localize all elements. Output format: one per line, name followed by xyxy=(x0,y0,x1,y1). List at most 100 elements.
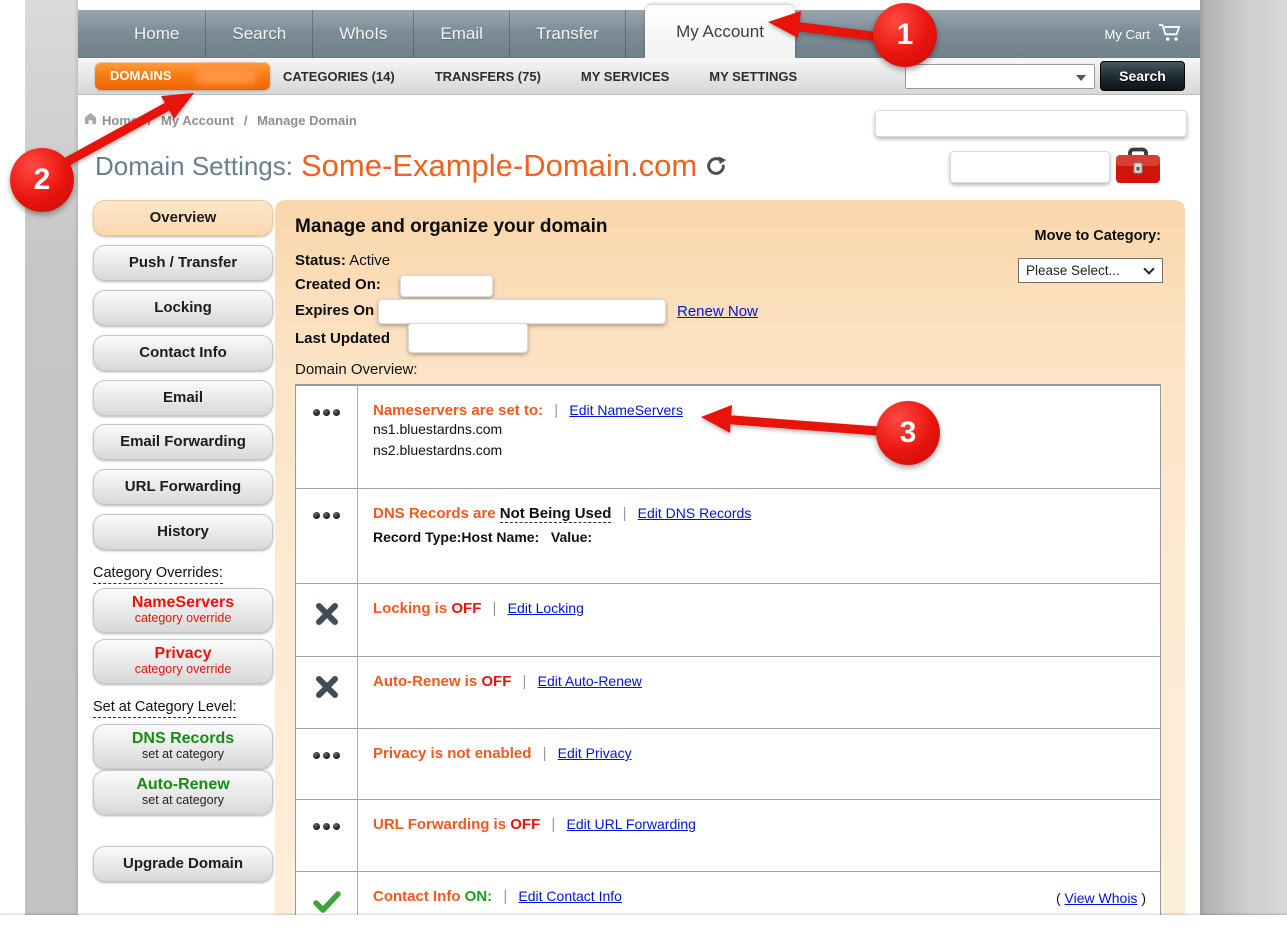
row-title: URL Forwarding is xyxy=(373,816,506,833)
dots-icon xyxy=(296,386,358,488)
dots-icon xyxy=(296,729,358,799)
row-title: Privacy is not enabled xyxy=(373,745,531,762)
subnav-tab-my-services[interactable]: MY SERVICES xyxy=(581,69,669,84)
updated-line: Last Updated xyxy=(295,330,390,347)
section-heading: Manage and organize your domain xyxy=(295,216,608,238)
redacted-value-box xyxy=(875,110,1187,137)
row-status: OFF xyxy=(451,600,481,617)
sidebar-item-nameservers-override[interactable]: NameServers category override xyxy=(93,588,273,633)
subnav-tab-transfers[interactable]: TRANSFERS (75) xyxy=(435,69,541,84)
category-subtitle: set at category xyxy=(94,748,272,761)
nav-tab-transfer[interactable]: Transfer xyxy=(509,10,625,58)
x-icon xyxy=(296,657,358,728)
nav-tab-home[interactable]: Home xyxy=(108,10,205,58)
redacted-value-box xyxy=(950,151,1110,183)
view-whois-link[interactable]: View Whois xyxy=(1065,890,1138,906)
override-subtitle: category override xyxy=(94,612,272,625)
category-level-heading: Set at Category Level: xyxy=(93,699,236,715)
search-domain-combobox[interactable] xyxy=(905,64,1095,89)
chevron-down-icon xyxy=(1143,263,1154,274)
page-title: Domain Settings: Some-Example-Domain.com xyxy=(95,148,727,184)
selected-option: Please Select... xyxy=(1026,263,1120,278)
category-overrides-heading: Category Overrides: xyxy=(93,565,223,581)
subnav-tab-categories[interactable]: CATEGORIES (14) xyxy=(283,69,395,84)
sidebar-item-overview[interactable]: Overview xyxy=(93,200,273,236)
sidebar-item-email-forwarding[interactable]: Email Forwarding xyxy=(93,424,273,460)
status-line: Status: Active xyxy=(295,252,390,269)
table-row-nameservers: Nameservers are set to: | Edit NameServe… xyxy=(296,386,1160,488)
edit-contact-info-link[interactable]: Edit Contact Info xyxy=(518,888,622,904)
sidebar-item-locking[interactable]: Locking xyxy=(93,290,273,326)
breadcrumb-separator: / xyxy=(244,113,248,128)
browser-page: Home Search WhoIs Email Transfer SSL My … xyxy=(78,0,1200,915)
row-status: OFF xyxy=(481,673,511,690)
search-button[interactable]: Search xyxy=(1100,61,1185,91)
breadcrumb-home[interactable]: Home xyxy=(102,113,138,128)
category-title: DNS Records xyxy=(94,729,272,748)
sidebar-item-auto-renew-category[interactable]: Auto-Renew set at category xyxy=(93,770,273,815)
table-row-url-forwarding: URL Forwarding is OFF | Edit URL Forward… xyxy=(296,799,1160,871)
sidebar-item-dns-records-category[interactable]: DNS Records set at category xyxy=(93,724,273,769)
sidebar-item-email[interactable]: Email xyxy=(93,380,273,416)
row-title: Auto-Renew is xyxy=(373,673,477,690)
override-subtitle: category override xyxy=(94,663,272,676)
edit-dns-records-link[interactable]: Edit DNS Records xyxy=(638,505,752,521)
nav-tab-whois[interactable]: WhoIs xyxy=(312,10,413,58)
screenshot-canvas: Home Search WhoIs Email Transfer SSL My … xyxy=(0,0,1287,931)
sidebar-item-history[interactable]: History xyxy=(93,514,273,550)
renew-now-link[interactable]: Renew Now xyxy=(677,303,758,320)
breadcrumb-manage-domain: Manage Domain xyxy=(257,113,357,128)
page-title-prefix: Domain Settings: xyxy=(95,151,293,182)
subnav-tab-domains[interactable]: DOMAINS xyxy=(95,62,270,90)
sidebar-item-upgrade-domain[interactable]: Upgrade Domain xyxy=(93,846,273,882)
x-icon xyxy=(296,584,358,656)
edit-nameservers-link[interactable]: Edit NameServers xyxy=(569,402,683,418)
cart-icon xyxy=(1158,23,1182,45)
domains-tab-label: DOMAINS xyxy=(110,68,171,83)
bottom-gutter xyxy=(0,915,1287,931)
move-to-category-select[interactable]: Please Select... xyxy=(1018,258,1163,283)
category-subtitle: set at category xyxy=(94,794,272,807)
edit-locking-link[interactable]: Edit Locking xyxy=(508,600,584,616)
redacted-updated-date xyxy=(408,323,528,353)
nav-tab-email[interactable]: Email xyxy=(413,10,509,58)
sidebar-item-url-forwarding[interactable]: URL Forwarding xyxy=(93,469,273,505)
subnav-links: CATEGORIES (14) TRANSFERS (75) MY SERVIC… xyxy=(283,58,797,95)
subnav-tab-my-settings[interactable]: MY SETTINGS xyxy=(709,69,797,84)
breadcrumb-trail: Home / My Account / Manage Domain xyxy=(102,113,363,128)
breadcrumb-my-account[interactable]: My Account xyxy=(161,113,234,128)
dots-icon xyxy=(296,489,358,583)
toolbox-icon[interactable] xyxy=(1113,144,1163,191)
row-title: Contact Info xyxy=(373,888,461,905)
table-row-contact-info: Contact Info ON: | Edit Contact Info ( V… xyxy=(296,871,1160,915)
table-row-auto-renew: Auto-Renew is OFF | Edit Auto-Renew xyxy=(296,656,1160,728)
dots-icon xyxy=(296,800,358,871)
redacted-created-date xyxy=(400,275,493,297)
created-line: Created On: xyxy=(295,276,381,293)
edit-auto-renew-link[interactable]: Edit Auto-Renew xyxy=(538,673,642,689)
right-gutter xyxy=(1200,0,1287,915)
chevron-down-icon xyxy=(1076,75,1086,81)
sidebar-item-privacy-override[interactable]: Privacy category override xyxy=(93,639,273,684)
sidebar-item-push-transfer[interactable]: Push / Transfer xyxy=(93,245,273,281)
redacted-expiry-date xyxy=(378,299,666,324)
refresh-icon[interactable] xyxy=(705,155,727,182)
my-cart-button[interactable]: My Cart xyxy=(1105,10,1183,58)
category-title: Auto-Renew xyxy=(94,775,272,794)
table-row-dns-records: DNS Records are Not Being Used | Edit DN… xyxy=(296,488,1160,583)
nav-tab-my-account[interactable]: My Account xyxy=(645,5,795,58)
edit-privacy-link[interactable]: Edit Privacy xyxy=(558,745,632,761)
my-cart-label: My Cart xyxy=(1105,27,1151,42)
breadcrumb-separator: / xyxy=(148,113,152,128)
sidebar-item-contact-info[interactable]: Contact Info xyxy=(93,335,273,371)
check-icon xyxy=(296,872,358,915)
row-title: DNS Records are xyxy=(373,505,496,522)
nav-tab-search[interactable]: Search xyxy=(205,10,312,58)
table-row-locking: Locking is OFF | Edit Locking xyxy=(296,583,1160,656)
nameserver-1: ns1.bluestardns.com xyxy=(373,419,1160,440)
override-title: NameServers xyxy=(94,593,272,612)
domain-name: Some-Example-Domain.com xyxy=(301,148,697,184)
table-row-privacy: Privacy is not enabled | Edit Privacy xyxy=(296,728,1160,799)
expires-line: Expires On xyxy=(295,302,374,319)
edit-url-forwarding-link[interactable]: Edit URL Forwarding xyxy=(567,816,696,832)
